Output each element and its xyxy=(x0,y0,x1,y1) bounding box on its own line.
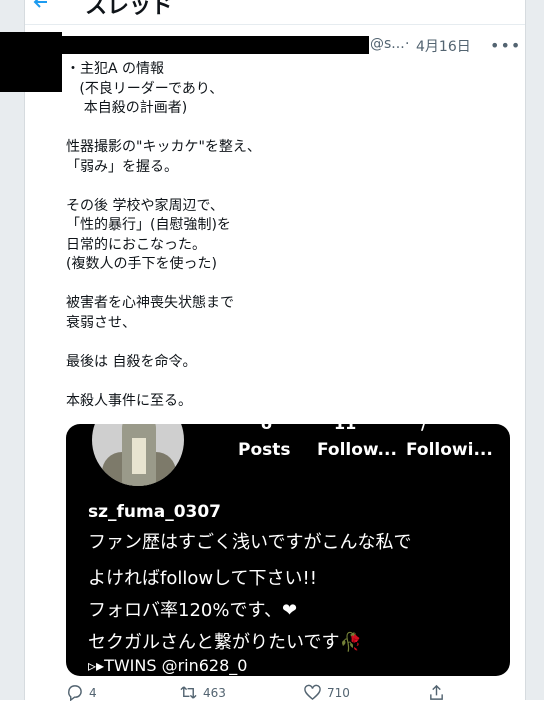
heart-icon xyxy=(304,684,321,701)
tweet-line: (不良リーダーであり、 xyxy=(66,80,224,97)
profile-bio-line: ▹▸TWINS @rin628_0 xyxy=(88,656,248,675)
stat-number-fragment: / xyxy=(421,424,427,433)
retweet-icon xyxy=(180,686,197,699)
tweet-line: 日常的におこなった。 xyxy=(66,236,206,253)
tweet-line xyxy=(66,119,506,139)
following-label: Followi... xyxy=(406,440,493,460)
tweet-actions: 4 463 710 xyxy=(60,684,520,704)
like-count: 710 xyxy=(327,685,350,700)
right-gutter xyxy=(526,0,544,700)
tweet-line: ・主犯A の情報 xyxy=(66,61,165,77)
reply-count: 4 xyxy=(89,685,97,700)
share-button[interactable] xyxy=(428,684,445,701)
share-icon xyxy=(430,684,443,700)
left-gutter xyxy=(0,0,24,700)
stat-number-fragment: o xyxy=(261,424,272,433)
tweet-text: ・主犯A の情報 (不良リーダーであり、 本自殺の計画者) 性器撮影の"キッカケ… xyxy=(66,60,506,411)
profile-bio-line: よければfollowして下さい!! xyxy=(88,568,317,589)
posts-label: Posts xyxy=(238,440,291,460)
profile-avatar xyxy=(92,424,184,486)
tweet-line: 最後は 自殺を命令。 xyxy=(66,353,197,370)
retweet-count: 463 xyxy=(203,685,226,700)
column-border-right xyxy=(525,0,526,700)
tweet-line: 被害者を心神喪失状態まで xyxy=(66,295,234,311)
reply-button[interactable]: 4 xyxy=(66,684,97,701)
tweet-line: (複数人の手下を使った) xyxy=(66,256,217,272)
tweet-line xyxy=(66,333,506,353)
profile-username: sz_fuma_0307 xyxy=(88,502,222,522)
tweet-line: 「弱み」を握る。 xyxy=(66,158,178,175)
stat-number-fragment: 11 xyxy=(334,424,356,433)
tweet-line xyxy=(66,275,506,295)
tweet-line: 本自殺の計画者) xyxy=(66,100,188,116)
like-button[interactable]: 710 xyxy=(304,684,350,701)
tweet-media-image[interactable]: o 11 / Posts Follow... Followi... sz_fum… xyxy=(66,424,510,676)
tweet-date[interactable]: 4月16日 xyxy=(416,36,471,56)
retweet-button[interactable]: 463 xyxy=(180,684,226,701)
tweet-line: 衰弱させ、 xyxy=(66,314,136,331)
separator: · xyxy=(405,36,410,52)
profile-bio-line: ファン歴はすごく浅いですがこんな私で xyxy=(88,532,412,553)
tweet-line xyxy=(66,372,506,392)
tweet-line xyxy=(66,177,506,197)
followers-label: Follow... xyxy=(317,440,397,460)
reply-icon xyxy=(68,685,82,701)
redacted-avatar xyxy=(0,32,62,92)
thread-header: スレッド xyxy=(25,0,525,25)
back-arrow-icon[interactable] xyxy=(31,0,51,12)
tweet-line: その後 学校や家周辺で、 xyxy=(66,197,224,214)
user-handle[interactable]: @s... xyxy=(370,36,405,52)
column-border-left xyxy=(24,0,25,700)
redacted-display-name xyxy=(62,36,369,54)
page-title: スレッド xyxy=(85,0,174,19)
tweet-line: 性器撮影の"キッカケ"を整え、 xyxy=(66,139,261,155)
more-options-icon[interactable]: ••• xyxy=(490,36,521,55)
profile-bio-line: フォロバ率120%です、❤︎ xyxy=(88,600,298,621)
tweet-line: 本殺人事件に至る。 xyxy=(66,392,192,409)
tweet-line: 「性的暴行」(自慰強制)を xyxy=(66,217,231,233)
profile-bio-line: セクガルさんと繋がりたいです🥀 xyxy=(88,632,362,653)
